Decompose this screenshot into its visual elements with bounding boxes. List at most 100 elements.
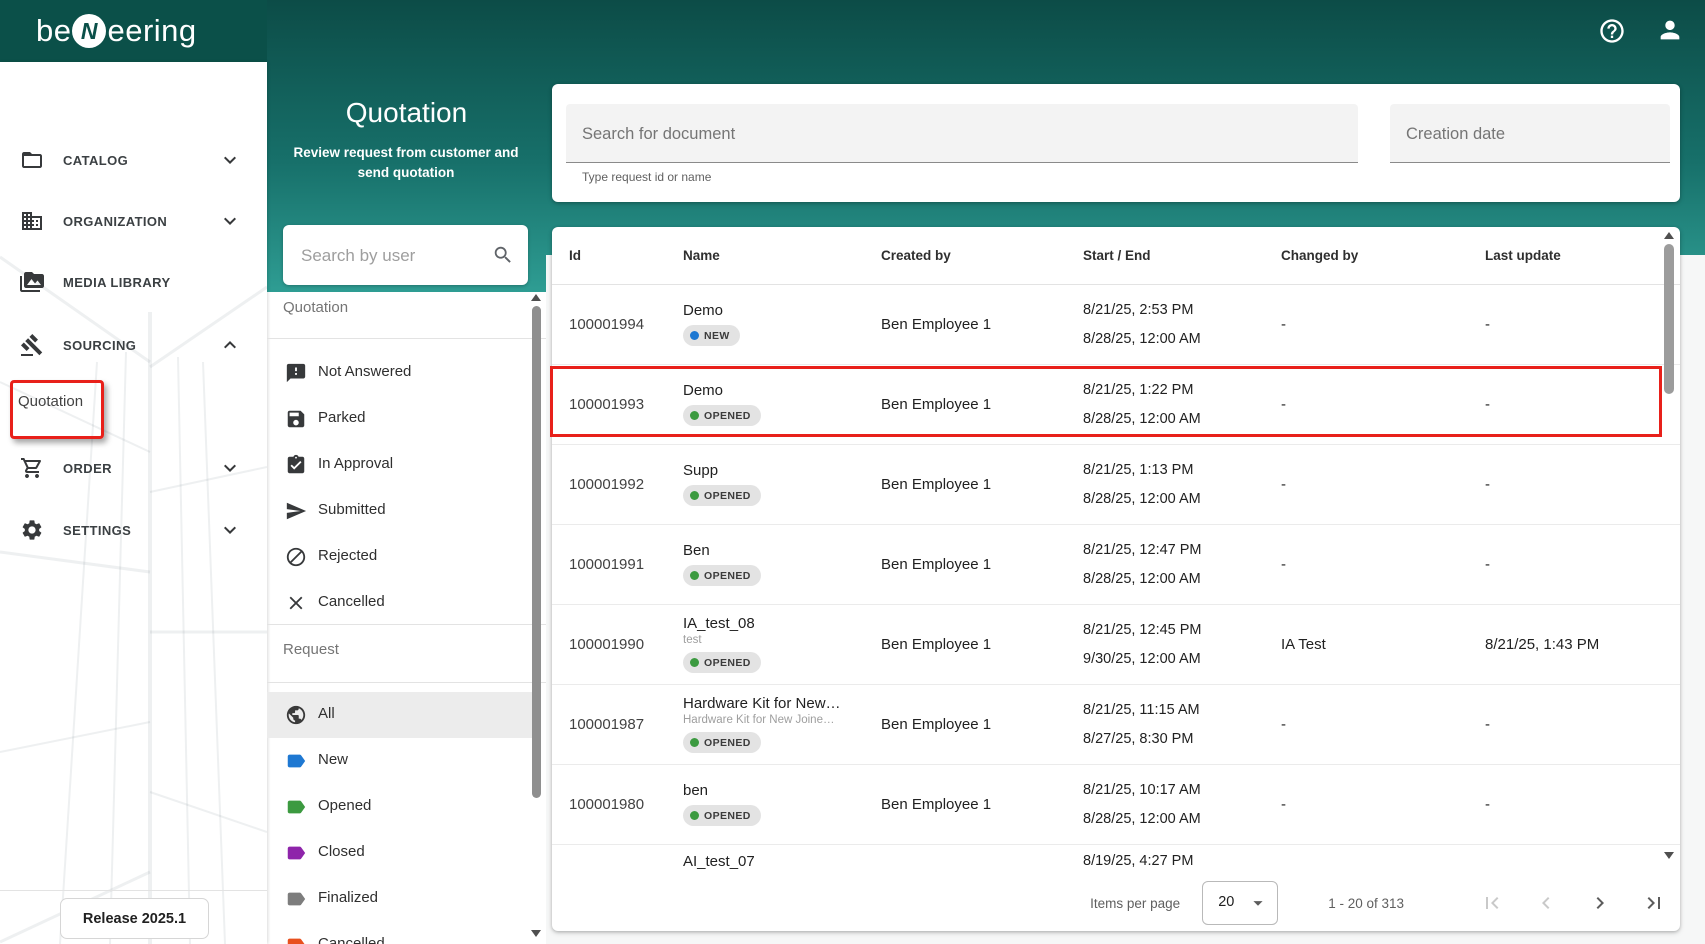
filter-item-parked[interactable]: Parked [267,396,541,442]
creation-date-input[interactable] [1404,104,1660,164]
column-header-created-by[interactable]: Created by [881,227,1077,284]
sidebar-item-organization[interactable]: ORGANIZATION [0,197,267,245]
search-by-user-input[interactable] [299,225,488,287]
column-header-name[interactable]: Name [683,227,875,284]
logo-n-icon: N [72,14,107,48]
sidebar-item-sourcing[interactable]: SOURCING [0,321,267,369]
table-row[interactable]: 100001992 Supp OPENED Ben Employee 1 8/21/25… [552,444,1680,525]
cell-created-by: Ben Employee 1 [881,444,1077,524]
cell-name: Demo NEW [683,284,875,364]
help-icon[interactable] [1598,17,1626,45]
filter-item-new[interactable]: New [267,738,541,784]
column-header-last-update[interactable]: Last update [1485,227,1667,284]
scroll-up-icon[interactable] [1664,232,1674,239]
column-header-start-end[interactable]: Start / End [1083,227,1275,284]
name-text: IA_test_08 [683,615,755,632]
label-icon [285,934,307,944]
filter-item-submitted[interactable]: Submitted [267,488,541,534]
cell-last-update: - [1485,444,1667,524]
created-by-text: Ben Employee 1 [881,715,992,733]
filter-divider [267,338,546,339]
table-row[interactable]: 100001980 ben OPENED Ben Employee 1 8/21/25,… [552,764,1680,845]
search-by-user-box [283,225,528,287]
filter-item-not-answered[interactable]: Not Answered [267,350,541,396]
cell-name: Ben OPENED [683,524,875,604]
chevron-down-icon [218,148,242,172]
page-size-value: 20 [1218,894,1235,910]
table-row[interactable]: 100001987 Hardware Kit for New… Hardware K… [552,684,1680,765]
status-badge: OPENED [683,485,761,506]
document-search-input[interactable] [580,104,1348,164]
filter-item-rejected[interactable]: Rejected [267,534,541,580]
cell-id [569,844,677,875]
scroll-down-icon[interactable] [531,930,541,937]
page-range-label: 1 - 20 of 313 [1328,895,1404,911]
sidebar-item-quotation[interactable]: Quotation [18,393,83,410]
cell-changed-by: - [1281,764,1479,844]
cell-id: 100001991 [569,524,677,604]
start-date: 8/21/25, 12:45 PM [1083,621,1202,638]
cell-start-end: 8/21/25, 12:45 PM 9/30/25, 12:00 AM [1083,604,1275,684]
cell-start-end: 8/21/25, 11:15 AM 8/27/25, 8:30 PM [1083,684,1275,764]
cell-created-by: Ben Employee 1 [881,604,1077,684]
filter-item-label: Parked [318,409,366,426]
column-header-id[interactable]: Id [569,227,677,284]
status-badge: NEW [683,325,740,346]
table-row[interactable]: 100001991 Ben OPENED Ben Employee 1 8/21/25,… [552,524,1680,605]
filter-scrollbar-thumb[interactable] [532,306,541,798]
logo-text-prefix: be [36,13,72,48]
id-text: 100001990 [569,635,645,653]
changed-by-text: - [1281,715,1286,733]
feedback-icon [285,362,307,384]
sidebar-item-catalog[interactable]: CATALOG [0,136,267,184]
sidebar-item-order[interactable]: ORDER [0,444,267,492]
status-dot-icon [690,738,699,747]
page-size-select[interactable]: 20 [1202,881,1279,925]
status-badge: OPENED [683,732,761,753]
filter-item-cancelled[interactable]: Cancelled [267,922,541,944]
filter-item-cancelled[interactable]: Cancelled [267,580,541,626]
filter-divider [267,682,546,683]
next-page-icon[interactable] [1588,891,1612,915]
logo-text-suffix: eering [107,13,197,48]
previous-page-icon[interactable] [1534,891,1558,915]
user-account-icon[interactable] [1656,16,1684,44]
filter-item-finalized[interactable]: Finalized [267,876,541,922]
status-label: OPENED [704,569,751,582]
last-update-text: - [1485,555,1490,573]
table-row[interactable]: 100001990 IA_test_08 test OPENED Ben Employe… [552,604,1680,685]
globe-icon [285,704,307,726]
table-row[interactable]: 100001994 Demo NEW Ben Employee 1 8/21/25, 2… [552,284,1680,365]
filter-item-all[interactable]: All [267,692,541,738]
media-library-icon [20,270,44,294]
table-scrollbar-thumb[interactable] [1664,244,1674,394]
name-text: Ben [683,542,710,559]
sidebar-item-media-library[interactable]: MEDIA LIBRARY [0,258,267,306]
release-version-button[interactable]: Release 2025.1 [60,898,209,939]
filter-item-in-approval[interactable]: In Approval [267,442,541,488]
first-page-icon[interactable] [1480,891,1504,915]
filter-item-label: In Approval [318,455,394,472]
name-text: Hardware Kit for New… [683,695,841,712]
label-icon [285,842,307,864]
filter-item-opened[interactable]: Opened [267,784,541,830]
sidebar-item-settings[interactable]: SETTINGS [0,506,267,554]
scroll-up-icon[interactable] [531,294,541,301]
column-header-changed-by[interactable]: Changed by [1281,227,1479,284]
cell-created-by: Ben Employee 1 [881,524,1077,604]
changed-by-text: - [1281,475,1286,493]
last-update-text: 8/21/25, 1:43 PM [1485,635,1600,653]
document-search-card: Type request id or name [552,84,1680,202]
table-row[interactable]: AI_test_07 8/19/25, 4:27 PM [552,844,1680,875]
page-title: Quotation [345,97,468,128]
scroll-down-icon[interactable] [1664,852,1674,859]
name-text: Demo [683,302,724,319]
send-icon [285,500,307,522]
filter-item-closed[interactable]: Closed [267,830,541,876]
last-page-icon[interactable] [1642,891,1666,915]
end-date: 8/28/25, 12:00 AM [1083,490,1201,507]
status-badge: OPENED [683,652,761,673]
cell-created-by: Ben Employee 1 [881,684,1077,764]
status-label: OPENED [704,736,751,749]
chevron-down-icon [218,456,242,480]
